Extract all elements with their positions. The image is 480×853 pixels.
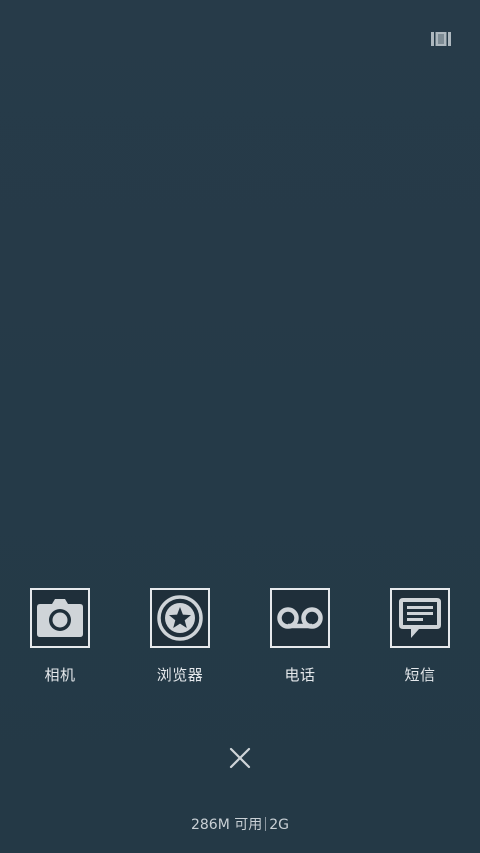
memory-available: 286M 可用 — [190, 817, 263, 833]
close-recents-button[interactable] — [226, 744, 254, 772]
close-icon — [229, 747, 251, 769]
quick-launch-dock: 相机 浏览器 电话 短信 — [0, 588, 480, 698]
browser-app-icon[interactable] — [150, 588, 210, 648]
dock-item-label: 相机 — [44, 666, 76, 684]
memory-total: 2G — [269, 817, 290, 833]
dock-item-label: 短信 — [404, 666, 436, 684]
recents-grid-button[interactable] — [428, 30, 454, 48]
messages-app-icon[interactable] — [390, 588, 450, 648]
memory-separator — [265, 817, 267, 831]
voicemail-phone-icon — [277, 607, 323, 629]
dock-item-label: 浏览器 — [156, 666, 204, 684]
dock-item-camera[interactable]: 相机 — [0, 588, 120, 684]
dock-item-phone[interactable]: 电话 — [240, 588, 360, 684]
dock-item-messages[interactable]: 短信 — [360, 588, 480, 684]
recents-grid-icon — [431, 32, 451, 46]
camera-app-icon[interactable] — [30, 588, 90, 648]
message-bubble-icon — [399, 598, 441, 638]
dock-item-browser[interactable]: 浏览器 — [120, 588, 240, 684]
recents-screen: 相机 浏览器 电话 短信 286M 可用 2G — [0, 0, 480, 853]
browser-star-icon — [157, 595, 203, 641]
memory-status: 286M 可用 2G — [0, 816, 480, 834]
phone-app-icon[interactable] — [270, 588, 330, 648]
dock-item-label: 电话 — [284, 666, 316, 684]
camera-icon — [37, 599, 83, 637]
